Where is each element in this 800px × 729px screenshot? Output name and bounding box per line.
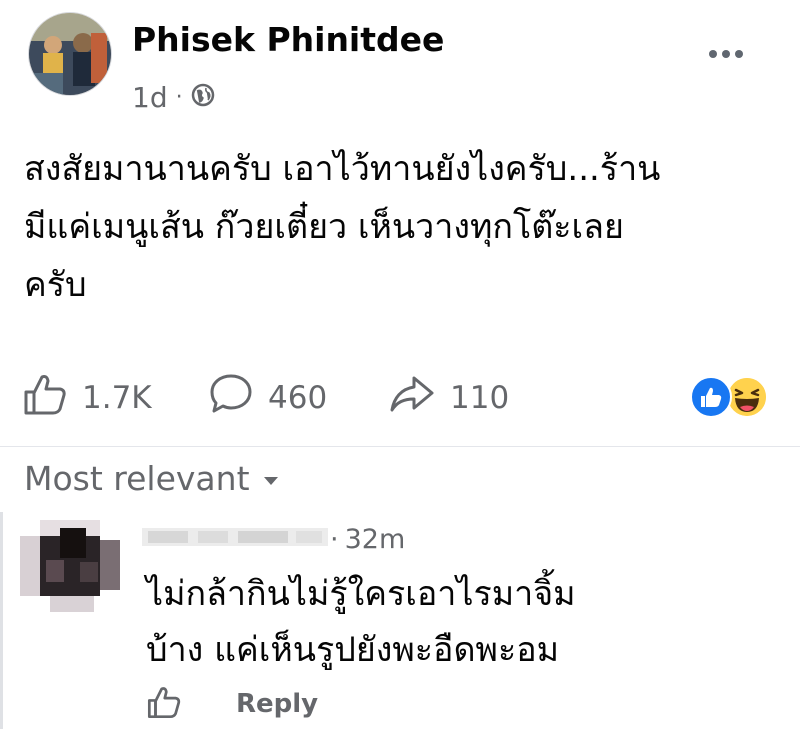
comment-text-line: ไม่กล้ากินไม่รู้ใครเอาไรมาจิ้ม — [146, 574, 576, 614]
commenter-name-redacted[interactable] — [142, 522, 328, 552]
blurred-avatar-photo — [20, 510, 120, 616]
post-text: สงสัยมานานครับ เอาไว้ทานยังไงครับ...ร้าน… — [24, 140, 784, 314]
share-button[interactable]: 110 — [388, 372, 548, 424]
avatar-photo — [29, 13, 111, 95]
section-divider — [0, 446, 800, 447]
comment-separator: · — [330, 523, 339, 555]
sort-label: Most relevant — [24, 458, 250, 498]
comment-text-line: บ้าง แค่เห็นรูปยังพะอืดพะอม — [146, 630, 560, 670]
more-dot — [735, 50, 743, 58]
post-text-line: มีแค่เมนูเส้น ก๊วยเตี๋ยว เห็นวางทุกโต๊ะเ… — [24, 207, 624, 247]
commenter-avatar[interactable] — [20, 510, 120, 616]
comment-sort-dropdown[interactable]: Most relevant — [24, 456, 278, 500]
thumbs-up-icon — [22, 372, 68, 424]
more-dot — [722, 50, 730, 58]
comment-button[interactable]: 460 — [208, 372, 388, 424]
post-text-line: ครับ — [24, 265, 87, 305]
reply-button[interactable]: Reply — [236, 689, 318, 719]
more-options-icon[interactable] — [700, 36, 752, 72]
comment-time[interactable]: 32m — [345, 524, 406, 555]
comment-thread-line — [0, 512, 3, 729]
post-actions: 1.7K 460 110 — [22, 372, 548, 424]
post-time[interactable]: 1d — [132, 81, 168, 114]
share-arrow-icon — [388, 372, 436, 424]
like-reaction-icon — [690, 376, 732, 418]
comment-actions: Reply — [146, 684, 318, 724]
comment-like-button[interactable] — [146, 685, 182, 723]
comment-meta: · 32m — [330, 522, 405, 556]
haha-reaction-icon — [726, 376, 768, 418]
reaction-summary[interactable] — [690, 374, 780, 420]
more-dot — [709, 50, 717, 58]
author-name[interactable]: Phisek Phinitdee — [132, 20, 444, 59]
comment-bubble-icon — [208, 372, 254, 424]
post-meta: 1d · — [132, 80, 215, 114]
share-count: 110 — [450, 380, 510, 416]
globe-icon — [191, 81, 215, 114]
post-text-line: สงสัยมานานครับ เอาไว้ทานยังไงครับ...ร้าน — [24, 149, 661, 189]
meta-separator: · — [175, 84, 183, 110]
like-count: 1.7K — [82, 380, 152, 416]
comment-text: ไม่กล้ากินไม่รู้ใครเอาไรมาจิ้ม บ้าง แค่เ… — [146, 566, 766, 678]
chevron-down-icon — [263, 477, 278, 485]
author-avatar[interactable] — [28, 12, 112, 96]
comment-count: 460 — [268, 380, 328, 416]
thumbs-up-icon — [147, 687, 181, 719]
like-button[interactable]: 1.7K — [22, 372, 208, 424]
